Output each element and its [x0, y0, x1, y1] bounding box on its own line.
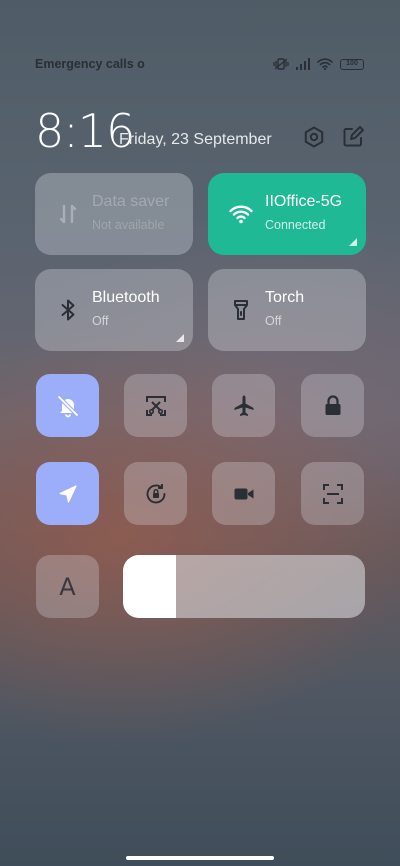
rotation-lock-toggle[interactable] [124, 462, 187, 525]
expand-corner-icon[interactable] [349, 238, 357, 246]
screen-recorder-toggle[interactable] [212, 462, 275, 525]
wifi-status-icon [317, 58, 333, 70]
edit-icon[interactable] [340, 124, 366, 150]
wifi-tile[interactable]: IIOffice-5G Connected [208, 173, 366, 255]
status-bar: Emergency calls o 100 [35, 56, 364, 72]
tile-title: Torch [265, 289, 305, 306]
font-size-button[interactable]: A [36, 555, 99, 618]
airplane-toggle[interactable] [212, 374, 275, 437]
expand-corner-icon[interactable] [176, 334, 184, 342]
brightness-fill [123, 555, 177, 618]
torch-icon [228, 297, 254, 323]
bluetooth-icon [55, 297, 81, 323]
tile-subtitle: Not available [92, 218, 165, 232]
tile-subtitle: Connected [265, 218, 326, 232]
bluetooth-tile[interactable]: Bluetooth Off [35, 269, 193, 351]
silent-icon [55, 393, 81, 419]
brightness-slider[interactable] [123, 555, 365, 618]
lock-icon [320, 393, 346, 419]
airplane-icon [231, 393, 257, 419]
vibrate-icon [273, 57, 289, 71]
date-label: Friday, 23 September [119, 131, 272, 148]
data-saver-tile[interactable]: Data saver Not available [35, 173, 193, 255]
data-saver-icon [55, 201, 81, 227]
tile-title: IIOffice-5G [265, 193, 343, 210]
signal-icon [296, 58, 310, 70]
battery-icon: 100 [340, 58, 364, 70]
rotation-lock-icon [143, 481, 169, 507]
tile-subtitle: Off [92, 314, 109, 328]
carrier-text: Emergency calls o [35, 57, 145, 71]
location-toggle[interactable] [36, 462, 99, 525]
scanner-icon [320, 481, 346, 507]
torch-tile[interactable]: Torch Off [208, 269, 366, 351]
settings-icon[interactable] [301, 124, 327, 150]
tile-title: Data saver [92, 193, 170, 210]
screenshot-toggle[interactable] [124, 374, 187, 437]
tile-title: Bluetooth [92, 289, 160, 306]
tile-subtitle: Off [265, 314, 282, 328]
wifi-icon [228, 201, 254, 227]
home-indicator[interactable] [126, 856, 274, 860]
screen-recorder-icon [231, 481, 257, 507]
silent-toggle[interactable] [36, 374, 99, 437]
scanner-toggle[interactable] [301, 462, 364, 525]
lock-toggle[interactable] [301, 374, 364, 437]
screenshot-icon [143, 393, 169, 419]
location-icon [55, 481, 81, 507]
status-icons: 100 [273, 57, 364, 71]
